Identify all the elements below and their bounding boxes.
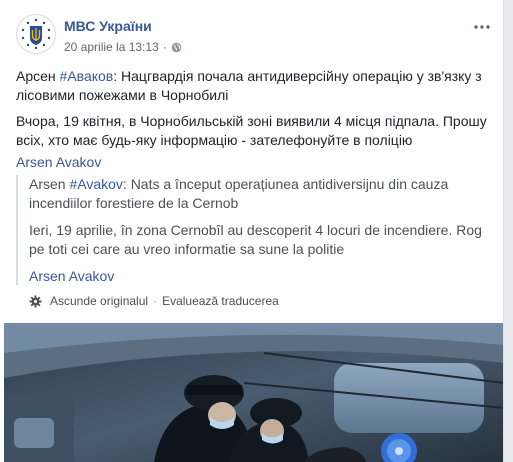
post-timestamp[interactable]: 20 aprilie la 13:13	[64, 40, 159, 54]
hide-original-link[interactable]: Ascunde originalul	[50, 294, 148, 308]
author-first-name: Арсен	[16, 68, 56, 84]
page-avatar[interactable]	[16, 14, 56, 54]
meta-separator: ·	[162, 40, 167, 54]
rate-translation-link[interactable]: Evaluează traducerea	[162, 294, 279, 308]
post-photo[interactable]	[4, 323, 503, 462]
post-body: Вчора, 19 квітня, в Чорнобильській зоні …	[16, 112, 487, 150]
signature-link[interactable]: Arsen Avakov	[16, 154, 101, 170]
globe-icon[interactable]	[171, 42, 182, 53]
translation-tools: Ascunde originalul · Evaluează traducere…	[29, 294, 279, 308]
translated-signature-link[interactable]: Arsen Avakov	[29, 268, 114, 284]
police-emblem-icon	[19, 17, 53, 51]
post-header: МВС України 20 aprilie la 13:13 ·	[16, 14, 491, 58]
helicopter-interior-photo	[4, 323, 503, 462]
translated-hashtag-link[interactable]: #Avakov	[69, 176, 122, 192]
post-meta: 20 aprilie la 13:13 ·	[64, 40, 182, 54]
translated-author: Arsen	[29, 176, 66, 192]
hashtag-link[interactable]: #Аваков	[60, 68, 114, 84]
page-name-link[interactable]: МВС України	[64, 18, 152, 34]
post-card: МВС України 20 aprilie la 13:13 · Арсен …	[0, 0, 504, 462]
gear-icon[interactable]	[29, 294, 42, 308]
translation-block: Arsen #Avakov: Nats a început operațiune…	[16, 175, 487, 285]
tools-separator: ·	[153, 294, 158, 308]
translated-body: Ieri, 19 aprilie, în zona Cernobîl au de…	[29, 222, 482, 257]
post-signature: Arsen Avakov	[16, 154, 487, 172]
post-headline: Арсен #Аваков: Нацгвардія почала антидив…	[16, 67, 487, 105]
ellipsis-icon	[474, 25, 490, 29]
more-options-button[interactable]	[473, 18, 491, 32]
body-text: Вчора, 19 квітня, в Чорнобильській зоні …	[16, 113, 487, 148]
